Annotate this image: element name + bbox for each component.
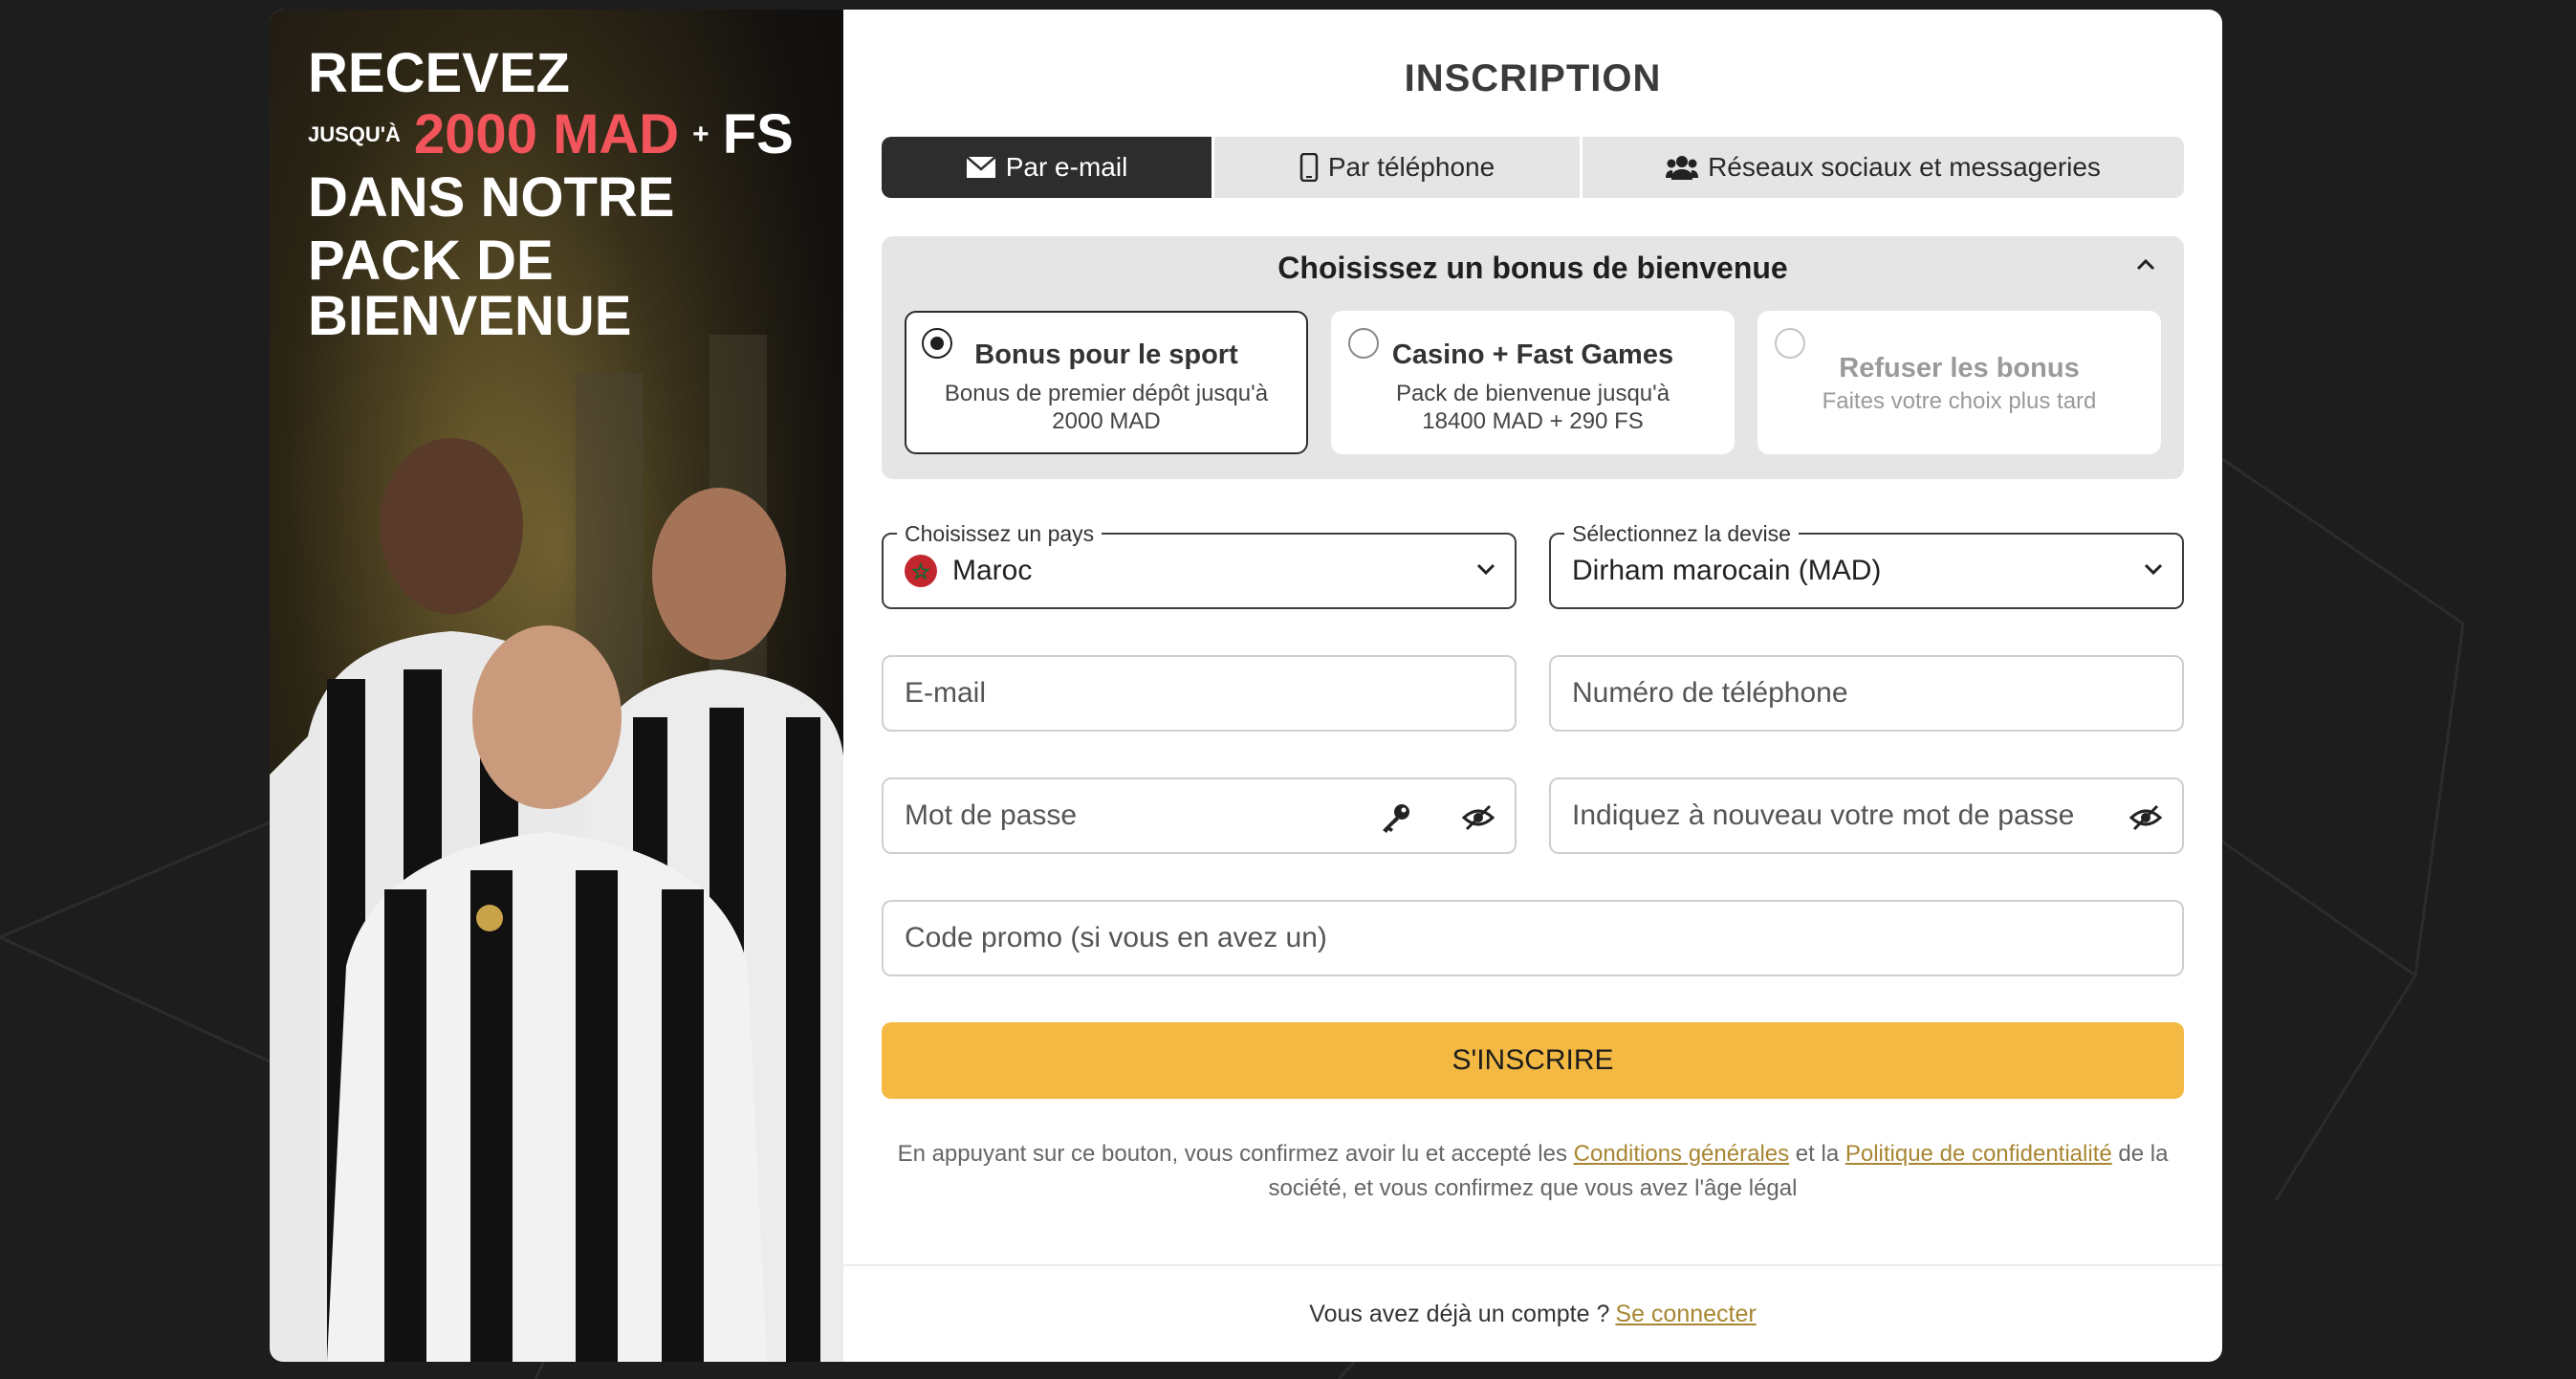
morocco-flag-icon (905, 555, 937, 587)
bonus-heading: Choisissez un bonus de bienvenue (1277, 250, 1788, 285)
promo-line-3: DANS NOTRE (308, 166, 675, 229)
chevron-up-icon[interactable] (2134, 257, 2157, 273)
promo-line-1: RECEVEZ (308, 42, 570, 104)
promo-line-4: PACK DE BIENVENUE (308, 230, 632, 347)
chevron-down-icon (2144, 563, 2163, 576)
bonus-option-refuse[interactable]: Refuser les bonus Faites votre choix plu… (1757, 311, 2161, 454)
tab-email[interactable]: Par e-mail (882, 137, 1214, 198)
password-icons (1379, 800, 1495, 835)
password-repeat-icons (2128, 800, 2163, 835)
registration-modal: RECEVEZ JUSQU'À 2000 MAD + FS DANS NOTRE… (270, 10, 2222, 1362)
password-repeat-field[interactable]: Indiquez à nouveau votre mot de passe (1549, 777, 2184, 854)
phone-icon (1299, 153, 1319, 182)
register-button[interactable]: S'INSCRIRE (882, 1022, 2184, 1099)
promo-banner: RECEVEZ JUSQU'À 2000 MAD + FS DANS NOTRE… (270, 10, 843, 1362)
password-placeholder: Mot de passe (905, 799, 1078, 831)
login-link[interactable]: Se connecter (1615, 1301, 1756, 1328)
password-field[interactable]: Mot de passe (882, 777, 1517, 854)
tab-social-label: Réseaux sociaux et messageries (1708, 152, 2101, 182)
promo-headline: RECEVEZ JUSQU'À 2000 MAD + FS DANS NOTRE… (308, 46, 843, 352)
promo-code-field[interactable]: Code promo (si vous en avez un) (882, 900, 2184, 976)
promo-amount: 2000 MAD (413, 103, 680, 165)
email-placeholder: E-mail (905, 677, 987, 709)
currency-value: Dirham marocain (MAD) (1572, 555, 1882, 586)
tab-social[interactable]: Réseaux sociaux et messageries (1583, 137, 2184, 198)
country-select[interactable]: Choisissez un pays Maroc (882, 521, 1517, 609)
bonus-option-title: Bonus pour le sport (974, 339, 1238, 370)
contact-row: E-mail Numéro de téléphone (882, 655, 2184, 732)
promo-row: Code promo (si vous en avez un) (882, 900, 2184, 976)
eye-slash-icon[interactable] (2128, 800, 2163, 835)
bonus-option-desc: Faites votre choix plus tard (1822, 388, 2097, 414)
phone-field[interactable]: Numéro de téléphone (1549, 655, 2184, 732)
legal-notice: En appuyant sur ce bouton, vous confirme… (882, 1137, 2184, 1206)
tab-phone[interactable]: Par téléphone (1214, 137, 1583, 198)
eye-slash-icon[interactable] (1461, 800, 1495, 835)
bonus-option-casino[interactable]: Casino + Fast Games Pack de bienvenue ju… (1331, 311, 1735, 454)
password-row: Mot de passe Indiquez à nouveau votre mo… (882, 777, 2184, 854)
bonus-header[interactable]: Choisissez un bonus de bienvenue (905, 236, 2161, 299)
bonus-selector: Choisissez un bonus de bienvenue Bonus p… (882, 236, 2184, 479)
terms-link[interactable]: Conditions générales (1574, 1141, 1789, 1167)
bonus-option-title: Casino + Fast Games (1391, 339, 1674, 370)
country-value: Maroc (952, 555, 1033, 586)
country-currency-row: Choisissez un pays Maroc Sélectionnez la… (882, 521, 2184, 609)
currency-select[interactable]: Sélectionnez la devise Dirham marocain (… (1549, 521, 2184, 609)
bonus-option-sport[interactable]: Bonus pour le sport Bonus de premier dép… (905, 311, 1308, 454)
country-legend: Choisissez un pays (897, 521, 1102, 547)
bonus-option-desc: Pack de bienvenue jusqu'à 18400 MAD + 29… (1395, 381, 1670, 434)
radio-button[interactable] (922, 328, 952, 359)
radio-button[interactable] (1348, 328, 1379, 359)
users-icon (1666, 156, 1699, 180)
password-repeat-placeholder: Indiquez à nouveau votre mot de passe (1572, 799, 2075, 831)
promo-upto: JUSQU'À (308, 122, 401, 146)
privacy-link[interactable]: Politique de confidentialité (1845, 1141, 2112, 1167)
promo-placeholder: Code promo (si vous en avez un) (905, 922, 1327, 953)
envelope-icon (965, 156, 996, 178)
radio-button[interactable] (1775, 328, 1805, 359)
promo-line-2: JUSQU'À 2000 MAD + FS (308, 107, 843, 163)
bonus-option-desc: Bonus de premier dépôt jusqu'à 2000 MAD (944, 381, 1269, 434)
registration-form: INSCRIPTION Par e-mail Par téléphone Rés… (843, 10, 2222, 1362)
tab-email-label: Par e-mail (1005, 152, 1128, 182)
login-footer: Vous avez déjà un compte ? Se connecter (843, 1264, 2222, 1362)
legal-middle: et la (1795, 1141, 1840, 1167)
email-field[interactable]: E-mail (882, 655, 1517, 732)
tab-phone-label: Par téléphone (1327, 152, 1495, 182)
phone-placeholder: Numéro de téléphone (1572, 677, 1848, 709)
bonus-options: Bonus pour le sport Bonus de premier dép… (905, 311, 2161, 454)
key-icon[interactable] (1379, 800, 1413, 835)
currency-legend: Sélectionnez la devise (1564, 521, 1799, 547)
promo-fs: FS (722, 103, 794, 165)
footer-text: Vous avez déjà un compte ? (1309, 1300, 1610, 1327)
promo-plus: + (692, 119, 709, 150)
chevron-down-icon (1476, 563, 1495, 576)
page-title: INSCRIPTION (1404, 57, 1662, 99)
legal-prefix: En appuyant sur ce bouton, vous confirme… (897, 1141, 1567, 1167)
registration-method-tabs: Par e-mail Par téléphone Réseaux sociaux… (882, 137, 2184, 198)
bonus-option-title: Refuser les bonus (1839, 353, 2080, 383)
